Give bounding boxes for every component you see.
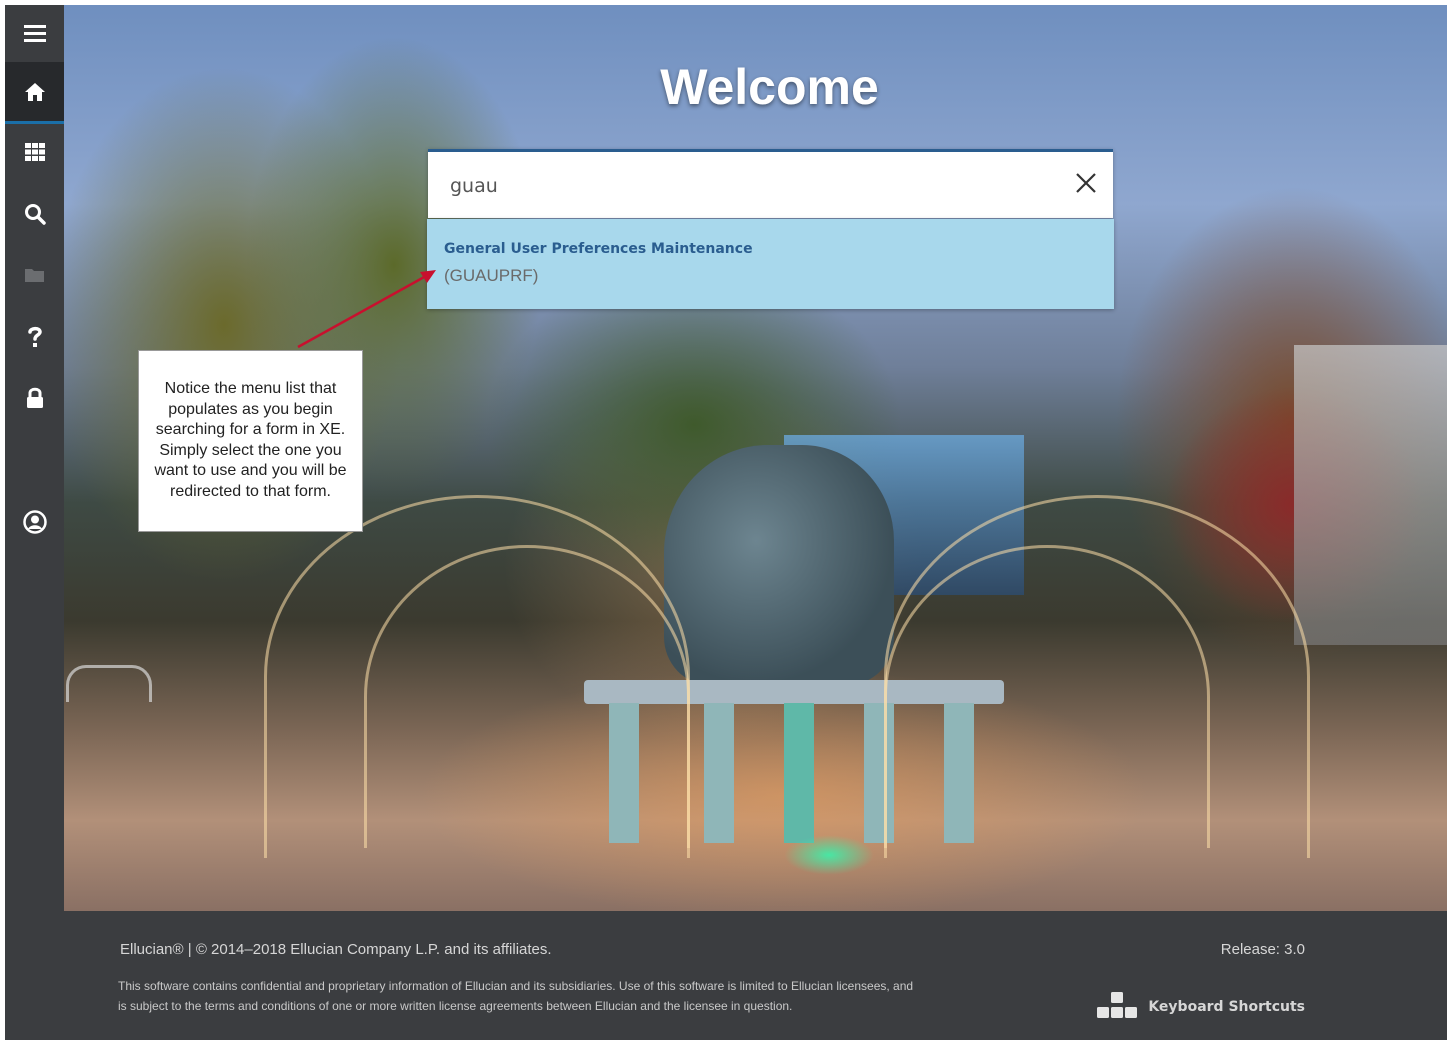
lock-icon [26, 387, 43, 408]
copyright-text: Ellucian® | © 2014–2018 Ellucian Company… [120, 941, 552, 958]
recent-items-button[interactable] [5, 247, 64, 303]
search-box [428, 149, 1113, 218]
hamburger-menu-icon [23, 25, 46, 42]
legal-notice: This software contains confidential and … [118, 979, 914, 1013]
annotation-text: Notice the menu list that populates as y… [154, 380, 347, 500]
page-title: Welcome [660, 59, 879, 115]
search-icon [24, 204, 46, 225]
result-code: (GUAUPRF) [444, 266, 539, 285]
search-results-list: General User Preferences Maintenance (GU… [427, 219, 1114, 309]
help-icon [27, 326, 42, 347]
close-icon[interactable] [1073, 170, 1099, 196]
footer: Ellucian® | © 2014–2018 Ellucian Company… [64, 911, 1447, 1040]
applications-grid-icon [24, 143, 45, 161]
keyboard-shortcuts-link[interactable]: Keyboard Shortcuts [1096, 992, 1305, 1022]
annotation-callout: Notice the menu list that populates as y… [138, 350, 363, 532]
applications-button[interactable] [5, 124, 64, 180]
search-nav-button[interactable] [5, 186, 64, 242]
user-profile-button[interactable] [5, 494, 64, 550]
search-input[interactable] [448, 170, 1052, 202]
home-icon [24, 82, 45, 101]
release-version: Release: 3.0 [1220, 941, 1305, 958]
result-title: General User Preferences Maintenance [444, 241, 753, 257]
side-navigation [5, 5, 64, 1040]
keyboard-icon [1097, 992, 1138, 1018]
keyboard-shortcuts-label: Keyboard Shortcuts [1148, 999, 1305, 1015]
user-profile-icon [22, 510, 47, 534]
folder-icon [24, 269, 44, 282]
hamburger-menu-button[interactable] [5, 5, 64, 61]
search-result-item[interactable]: General User Preferences Maintenance (GU… [427, 219, 1114, 309]
help-button[interactable] [5, 309, 64, 365]
home-button[interactable] [5, 62, 64, 124]
sign-out-button[interactable] [5, 370, 64, 426]
